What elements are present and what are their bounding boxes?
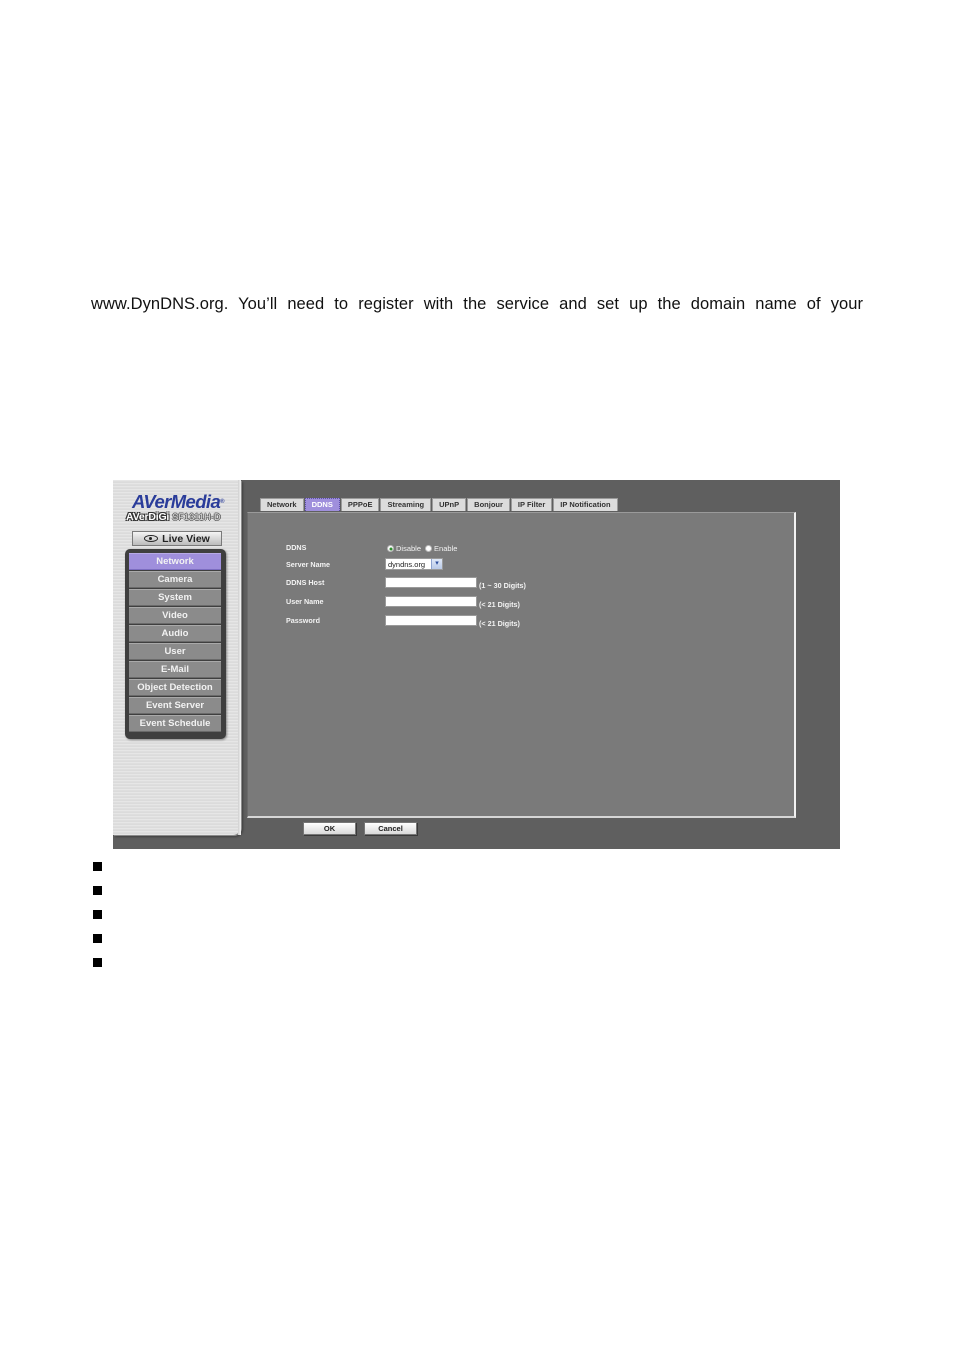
- ddns-host-label: DDNS Host: [286, 578, 325, 587]
- sidebar-item-object-detection[interactable]: Object Detection: [129, 679, 221, 696]
- server-name-value: dyndns.org: [388, 560, 426, 569]
- ddns-label: DDNS: [286, 543, 307, 552]
- live-view-button[interactable]: Live View: [132, 531, 222, 546]
- sidebar-item-event-schedule[interactable]: Event Schedule: [129, 715, 221, 732]
- bullet-square-icon: [93, 958, 102, 967]
- ok-button[interactable]: OK: [303, 822, 356, 835]
- ddns-host-input[interactable]: [385, 577, 477, 588]
- tab-ddns[interactable]: DDNS: [304, 498, 340, 511]
- user-name-hint: (< 21 Digits): [479, 600, 520, 609]
- ddns-disable-radio[interactable]: [387, 545, 394, 552]
- embedded-screenshot: AVerMedia® AVerDiGi SF1311H-D Live View …: [113, 480, 840, 849]
- ddns-disable-label: Disable: [396, 544, 422, 553]
- sidebar: AVerMedia® AVerDiGi SF1311H-D Live View …: [113, 480, 241, 835]
- server-name-select[interactable]: dyndns.org ▾: [385, 558, 443, 570]
- tab-ip-filter[interactable]: IP Filter: [510, 498, 553, 511]
- ddns-enable-label: Enable: [434, 544, 458, 553]
- sidebar-item-event-server[interactable]: Event Server: [129, 697, 221, 714]
- bullet-square-icon: [93, 886, 102, 895]
- cancel-button[interactable]: Cancel: [364, 822, 417, 835]
- bullet-square-icon: [93, 862, 102, 871]
- ddns-enable-radio[interactable]: [425, 545, 433, 552]
- model-number: SF1311H-D: [172, 512, 221, 522]
- chevron-down-icon[interactable]: ▾: [431, 559, 442, 569]
- tab-network[interactable]: Network: [260, 498, 304, 511]
- password-hint: (< 21 Digits): [479, 619, 520, 628]
- settings-menu: Network Camera System Video Audio User E…: [125, 549, 226, 739]
- tab-streaming[interactable]: Streaming: [380, 498, 432, 511]
- body-text-line: www.DynDNS.org. You’ll need to register …: [91, 295, 863, 313]
- tab-ip-notification[interactable]: IP Notification: [553, 498, 618, 511]
- bullet-square-icon: [93, 910, 102, 919]
- user-name-label: User Name: [286, 597, 324, 606]
- password-input[interactable]: [385, 615, 477, 626]
- password-label: Password: [286, 616, 320, 625]
- sidebar-item-audio[interactable]: Audio: [129, 625, 221, 642]
- ddns-radio-group: Disable Enable: [387, 544, 461, 553]
- avermedia-logo: AVerMedia®: [125, 492, 231, 512]
- model-label: AVerDiGi SF1311H-D: [126, 511, 236, 523]
- tab-upnp[interactable]: UPnP: [432, 498, 467, 511]
- live-view-label: Live View: [162, 532, 210, 545]
- sidebar-item-network[interactable]: Network: [129, 553, 221, 570]
- logo-text: AVerMedia: [132, 491, 221, 512]
- registered-mark: ®: [220, 499, 224, 505]
- tab-bar: Network DDNS PPPoE Streaming UPnP Bonjou…: [260, 498, 619, 511]
- sidebar-item-email[interactable]: E-Mail: [129, 661, 221, 678]
- sidebar-item-user[interactable]: User: [129, 643, 221, 660]
- sidebar-item-camera[interactable]: Camera: [129, 571, 221, 588]
- ddns-host-hint: (1 ~ 30 Digits): [479, 581, 526, 590]
- eye-icon: [144, 535, 159, 542]
- bullet-square-icon: [93, 934, 102, 943]
- sidebar-item-video[interactable]: Video: [129, 607, 221, 624]
- server-name-label: Server Name: [286, 560, 330, 569]
- model-brand: AVerDiGi: [126, 511, 170, 523]
- tab-pppoe[interactable]: PPPoE: [340, 498, 380, 511]
- ddns-settings-panel: DDNS Disable Enable Server Name dyndns.o…: [247, 512, 796, 818]
- tab-bonjour[interactable]: Bonjour: [467, 498, 510, 511]
- sidebar-item-system[interactable]: System: [129, 589, 221, 606]
- user-name-input[interactable]: [385, 596, 477, 607]
